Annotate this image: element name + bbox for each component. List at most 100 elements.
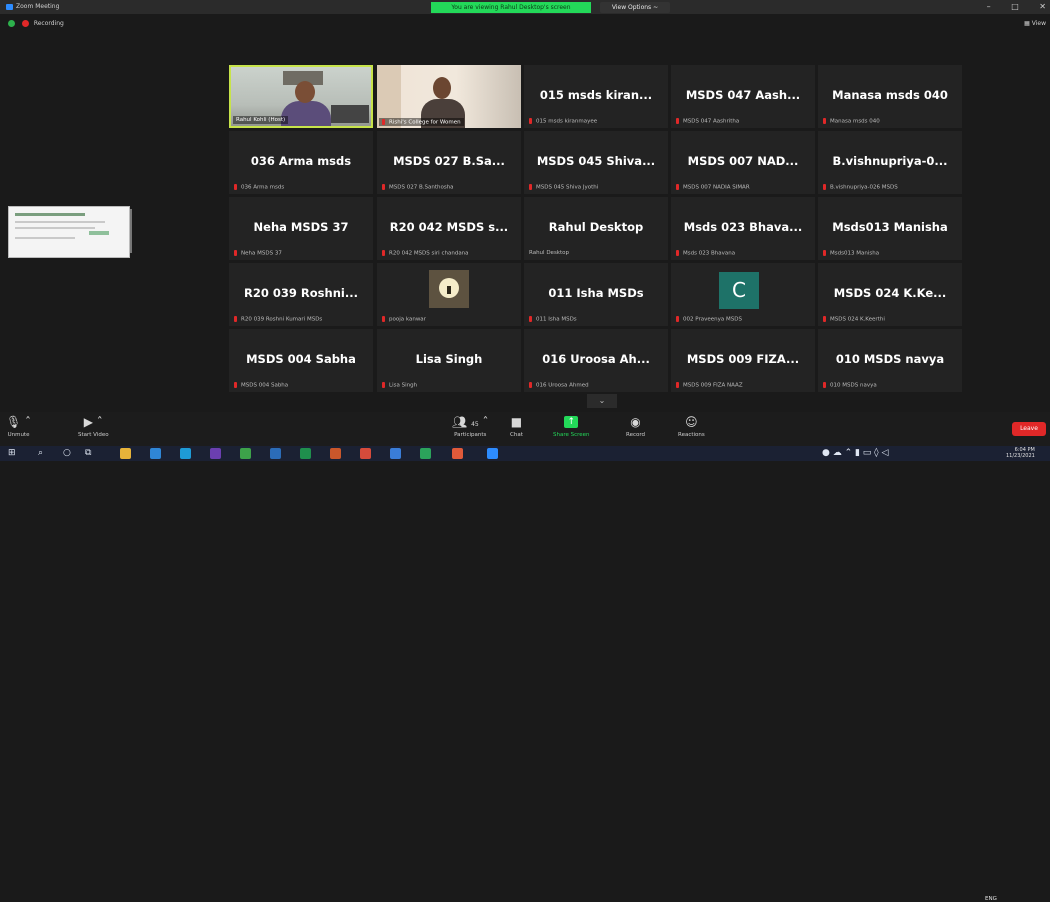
participant-tile[interactable]: MSDS 045 Shiva... MSDS 045 Shiva Jyothi (524, 131, 668, 194)
gallery-view-button[interactable]: ▦ View (1024, 20, 1046, 27)
participant-tile[interactable]: Rishi's College for Women (377, 65, 521, 128)
participant-name-text: B.vishnupriya-026 MSDS (830, 184, 898, 190)
participant-tile[interactable]: R20 039 Roshni... R20 039 Roshni Kumari … (229, 263, 373, 326)
participant-tile[interactable]: C 002 Praveenya MSDS (671, 263, 815, 326)
participant-tile[interactable]: B.vishnupriya-0... B.vishnupriya-026 MSD… (818, 131, 962, 194)
participant-tile[interactable]: Lisa Singh Lisa Singh (377, 329, 521, 392)
muted-mic-icon (382, 315, 385, 322)
participant-tile[interactable]: Msds 023 Bhava... Msds 023 Bhavana (671, 197, 815, 260)
app-icon[interactable] (300, 448, 311, 459)
window-controls: – □ ✕ (969, 2, 1046, 11)
participant-tile[interactable]: 011 Isha MSDs 011 Isha MSDs (524, 263, 668, 326)
participant-tile[interactable]: 036 Arma msds 036 Arma msds (229, 131, 373, 194)
task-view-icon[interactable]: ⧉ (85, 448, 91, 459)
app-icon[interactable] (390, 448, 401, 459)
reactions-button[interactable]: ☺ Reactions (678, 414, 705, 438)
muted-mic-icon (382, 118, 385, 125)
participant-tile[interactable]: 010 MSDS navya 010 MSDS navya (818, 329, 962, 392)
participant-name: MSDS 047 Aashritha (676, 117, 739, 124)
participant-display-name: Manasa msds 040 (832, 88, 948, 102)
participant-name: 016 Uroosa Ahmed (529, 381, 589, 388)
app-icon[interactable] (420, 448, 431, 459)
thumb-line (15, 237, 75, 239)
zoom-taskbar-icon[interactable] (487, 448, 498, 459)
splitter-handle[interactable] (130, 209, 132, 253)
participant-name-text: MSDS 007 NADIA SIMAR (683, 184, 750, 190)
participant-name: pooja kanwar (382, 315, 426, 322)
participant-tile[interactable]: MSDS 047 Aash... MSDS 047 Aashritha (671, 65, 815, 128)
participant-tile[interactable]: Rahul Kohli (Host) (229, 65, 373, 128)
start-video-button[interactable]: ▶︎ ˆ Start Video (78, 414, 109, 438)
muted-mic-icon (823, 183, 826, 190)
reactions-icon: ☺ (685, 415, 698, 429)
participant-display-name: 010 MSDS navya (835, 352, 945, 366)
app-icon[interactable] (270, 448, 281, 459)
app-icon[interactable] (330, 448, 341, 459)
chat-button[interactable]: ■ Chat (510, 414, 523, 438)
participant-tile[interactable]: Manasa msds 040 Manasa msds 040 (818, 65, 962, 128)
muted-mic-icon (234, 249, 237, 256)
participant-tile[interactable]: MSDS 027 B.Sa... MSDS 027 B.Santhosha (377, 131, 521, 194)
participant-display-name: MSDS 007 NAD... (687, 154, 799, 168)
muted-mic-icon (234, 381, 237, 388)
participant-tile[interactable]: 016 Uroosa Ah... 016 Uroosa Ahmed (524, 329, 668, 392)
participant-tile[interactable]: pooja kanwar (377, 263, 521, 326)
participant-name: Manasa msds 040 (823, 117, 880, 124)
participant-avatar: C (719, 272, 759, 309)
participant-tile[interactable]: Neha MSDS 37 Neha MSDS 37 (229, 197, 373, 260)
record-button[interactable]: ◉ Record (626, 414, 645, 438)
start-video-label: Start Video (78, 432, 109, 438)
file-explorer-icon[interactable] (120, 448, 131, 459)
leave-button[interactable]: Leave (1012, 422, 1046, 436)
security-shield-icon[interactable] (8, 20, 15, 27)
app-icon[interactable] (210, 448, 221, 459)
app-icon[interactable] (360, 448, 371, 459)
participant-tile[interactable]: 015 msds kiran... 015 msds kiranmayee (524, 65, 668, 128)
muted-mic-icon (676, 183, 679, 190)
participant-display-name: Rahul Desktop (548, 220, 644, 234)
close-button[interactable]: ✕ (1039, 2, 1046, 11)
cortana-icon[interactable]: ○ (63, 448, 71, 459)
participant-display-name: 011 Isha MSDs (548, 286, 644, 300)
input-language[interactable]: ENG (985, 896, 997, 902)
participants-label: Participants (454, 432, 487, 438)
participant-display-name: Neha MSDS 37 (253, 220, 349, 234)
participants-button[interactable]: 👥︎ 45 ˆ Participants (452, 414, 489, 438)
view-options-button[interactable]: View Options ~ (600, 2, 670, 13)
participant-count: 45 (471, 421, 479, 428)
maximize-button[interactable]: □ (1011, 2, 1019, 11)
app-icon[interactable] (452, 448, 463, 459)
participant-tile[interactable]: MSDS 004 Sabha MSDS 004 Sabha (229, 329, 373, 392)
chat-bubble-icon: ■ (510, 415, 523, 429)
share-screen-button[interactable]: ↑ Share Screen (553, 414, 590, 438)
participant-tile[interactable]: Rahul Desktop Rahul Desktop (524, 197, 668, 260)
person-silhouette (295, 81, 315, 103)
participant-tile[interactable]: Msds013 Manisha Msds013 Manisha (818, 197, 962, 260)
participant-name: 036 Arma msds (234, 183, 285, 190)
shared-screen-thumbnail[interactable] (8, 206, 130, 258)
participant-display-name: MSDS 024 K.Ke... (833, 286, 947, 300)
unmute-button[interactable]: 🎙︎ ˆ Unmute (6, 414, 31, 438)
recording-dot-icon (21, 20, 29, 27)
app-icon[interactable] (240, 448, 251, 459)
app-icon[interactable] (180, 448, 191, 459)
tray-icons[interactable]: ● ☁ ⌃ ▮ ▭ ◊ ◁ (822, 448, 888, 459)
chevron-down-icon[interactable]: ⌄ (587, 394, 617, 408)
app-icon[interactable] (150, 448, 161, 459)
participant-tile[interactable]: MSDS 009 FIZA... MSDS 009 FIZA NAAZ (671, 329, 815, 392)
video-background (331, 105, 369, 123)
participant-name-text: 036 Arma msds (241, 184, 285, 190)
participant-name-text: 016 Uroosa Ahmed (536, 382, 589, 388)
participant-tile[interactable]: MSDS 024 K.Ke... MSDS 024 K.Keerthi (818, 263, 962, 326)
participant-tile[interactable]: R20 042 MSDS s... R20 042 MSDS siri chan… (377, 197, 521, 260)
system-clock[interactable]: 6:04 PM 11/23/2021 (1006, 447, 1035, 459)
muted-mic-icon (823, 381, 826, 388)
participant-name: MSDS 007 NADIA SIMAR (676, 183, 750, 190)
windows-start-icon[interactable]: ⊞ (8, 448, 16, 459)
reactions-label: Reactions (678, 432, 705, 438)
participant-display-name: MSDS 004 Sabha (246, 352, 356, 366)
search-icon[interactable]: ⌕ (38, 448, 43, 459)
participant-tile[interactable]: MSDS 007 NAD... MSDS 007 NADIA SIMAR (671, 131, 815, 194)
participant-name-text: MSDS 024 K.Keerthi (830, 316, 885, 322)
minimize-button[interactable]: – (987, 2, 991, 11)
